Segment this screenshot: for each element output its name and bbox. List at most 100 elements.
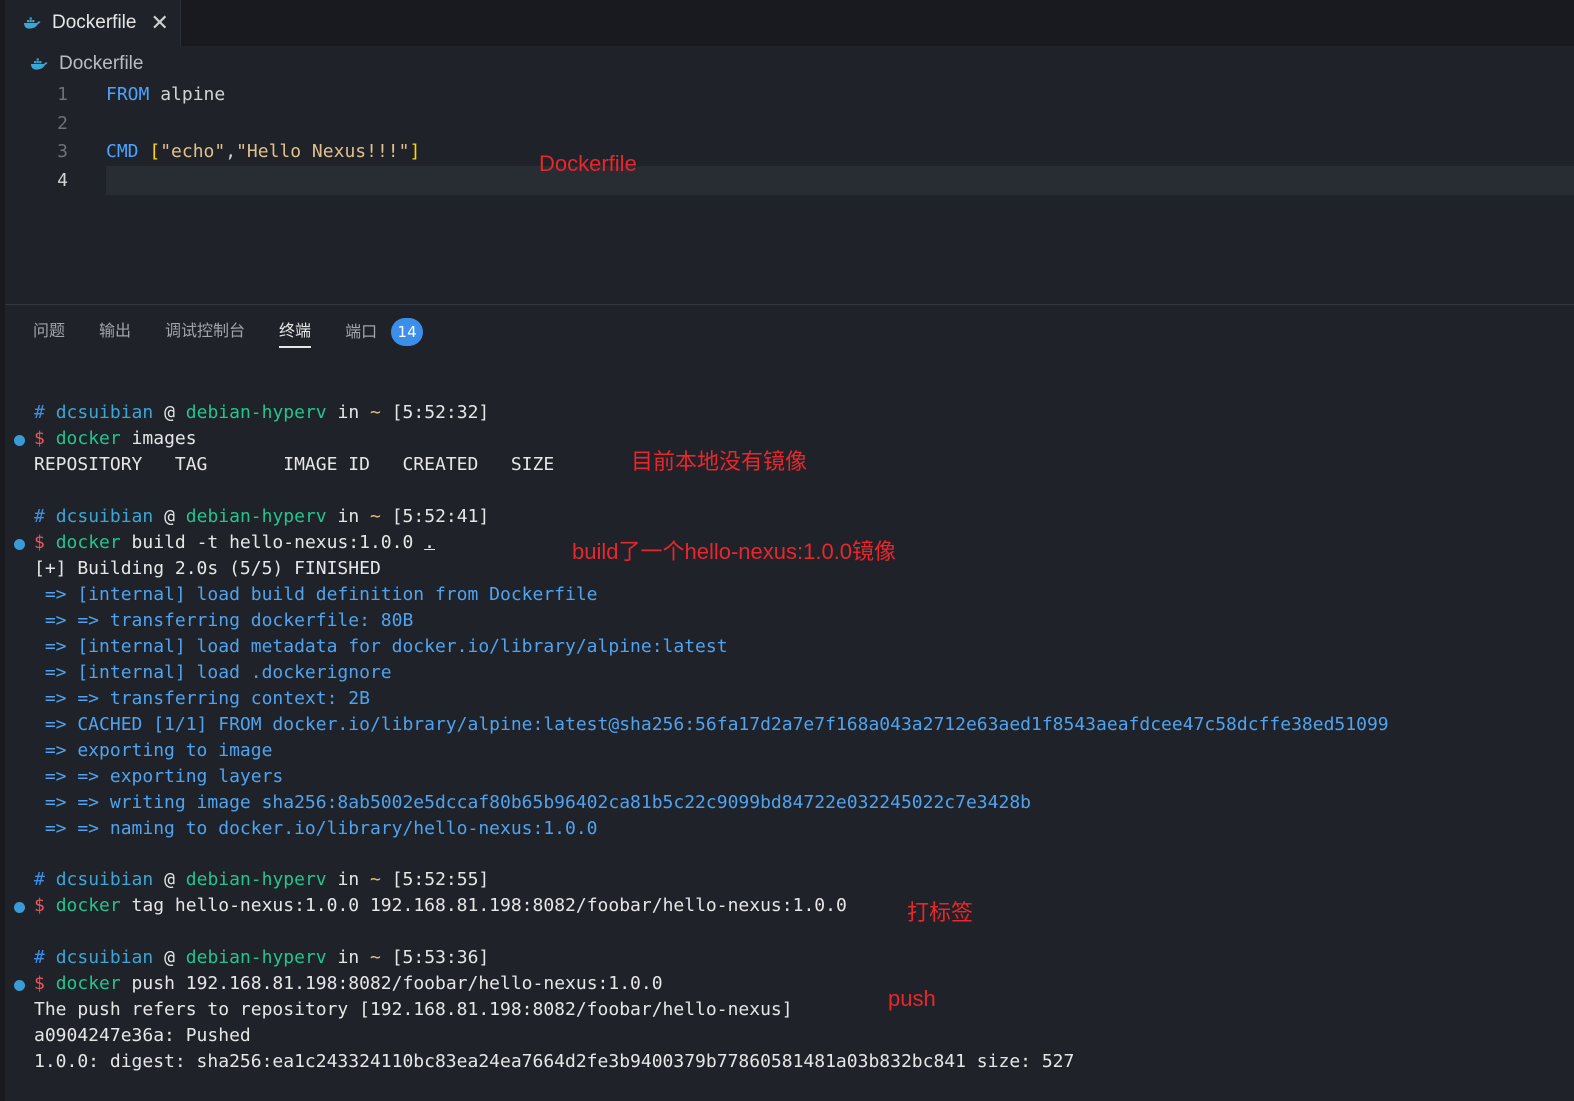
output-line: => [internal] load metadata for docker.i… — [34, 636, 728, 657]
command-name: docker — [55, 973, 121, 994]
prompt-hash: # — [34, 506, 45, 527]
annotation-dockerfile: Dockerfile — [539, 151, 637, 176]
prompt-in: in — [337, 947, 360, 968]
tab-ports-label: 端口 — [345, 322, 378, 341]
code-line: 1 FROM alpine — [0, 80, 1574, 109]
command-name: docker — [55, 428, 121, 449]
tab-problems[interactable]: 问题 — [33, 316, 65, 348]
prompt-dir: ~ — [370, 506, 381, 527]
output-line: => [internal] load .dockerignore — [34, 662, 392, 683]
keyword: CMD — [106, 141, 139, 162]
command-line: $ docker build -t hello-nexus:1.0.0 . — [34, 530, 435, 556]
close-icon[interactable]: ✕ — [150, 12, 168, 34]
code-rest: alpine — [149, 84, 226, 105]
annotation-push: push — [888, 986, 936, 1011]
tab-dockerfile[interactable]: Dockerfile ✕ — [5, 0, 181, 46]
command-path-link[interactable]: . — [424, 532, 435, 553]
prompt-dollar: $ — [34, 532, 45, 553]
panel-divider[interactable] — [5, 304, 1574, 305]
output-line: => => naming to docker.io/library/hello-… — [34, 818, 598, 839]
prompt-hash: # — [34, 947, 45, 968]
prompt-time: [5:52:32] — [391, 402, 490, 423]
prompt-host: debian-hyperv — [185, 947, 327, 968]
tab-debug-console[interactable]: 调试控制台 — [165, 316, 245, 348]
annotation-no-images: 目前本地没有镜像 — [631, 449, 808, 474]
prompt-in: in — [337, 506, 360, 527]
tab-ports[interactable]: 端口 14 — [345, 316, 424, 348]
keyword: FROM — [106, 84, 150, 105]
tab-terminal[interactable]: 终端 — [279, 316, 312, 348]
editor-tab-bar: Dockerfile ✕ — [0, 0, 1574, 46]
tab-output[interactable]: 输出 — [99, 316, 131, 348]
code-line: 2 — [0, 109, 1574, 138]
prompt-line: # dcsuibian @ debian-hyperv in ~ [5:52:3… — [34, 400, 489, 426]
breadcrumb[interactable]: Dockerfile — [30, 50, 143, 78]
prompt-dollar: $ — [34, 973, 45, 994]
prompt-host: debian-hyperv — [185, 402, 327, 423]
prompt-hash: # — [34, 869, 45, 890]
prompt-at: @ — [164, 869, 175, 890]
command-line: $ docker images — [34, 426, 197, 452]
punct: , — [225, 141, 237, 162]
output-line: => => transferring dockerfile: 80B — [34, 610, 414, 631]
output-line: => => writing image sha256:8ab5002e5dcca… — [34, 792, 1031, 813]
command-args: build -t hello-nexus:1.0.0 — [120, 532, 425, 553]
command-line: $ docker tag hello-nexus:1.0.0 192.168.8… — [34, 893, 847, 919]
prompt-dollar: $ — [34, 895, 45, 916]
command-name: docker — [55, 532, 121, 553]
string: "echo" — [160, 141, 226, 162]
prompt-time: [5:52:41] — [391, 506, 490, 527]
command-decoration-icon[interactable] — [14, 980, 25, 991]
output-line: 1.0.0: digest: sha256:ea1c243324110bc83e… — [34, 1051, 1075, 1072]
prompt-in: in — [337, 869, 360, 890]
command-args: tag hello-nexus:1.0.0 192.168.81.198:808… — [120, 895, 847, 916]
output-line: => exporting to image — [34, 740, 273, 761]
prompt-at: @ — [164, 947, 175, 968]
command-decoration-icon[interactable] — [14, 539, 25, 550]
prompt-at: @ — [164, 506, 175, 527]
panel-tabs: 问题 输出 调试控制台 终端 端口 14 — [33, 316, 424, 348]
command-decoration-icon[interactable] — [14, 435, 25, 446]
line-number: 1 — [57, 84, 68, 105]
prompt-host: debian-hyperv — [185, 506, 327, 527]
command-line: $ docker push 192.168.81.198:8082/foobar… — [34, 971, 663, 997]
prompt-user: dcsuibian — [55, 402, 154, 423]
prompt-dir: ~ — [370, 869, 381, 890]
output-line: => => transferring context: 2B — [34, 688, 370, 709]
output-line: [+] Building 2.0s (5/5) FINISHED — [34, 558, 381, 579]
prompt-hash: # — [34, 402, 45, 423]
command-decoration-icon[interactable] — [14, 902, 25, 913]
output-line: => CACHED [1/1] FROM docker.io/library/a… — [34, 714, 1389, 735]
bracket: [ — [138, 141, 161, 162]
string: "Hello Nexus!!!" — [236, 141, 410, 162]
prompt-dir: ~ — [370, 402, 381, 423]
prompt-time: [5:53:36] — [391, 947, 490, 968]
code-text: FROM alpine — [106, 80, 225, 109]
annotation-tag: 打标签 — [907, 900, 974, 925]
ports-count-badge: 14 — [391, 318, 424, 346]
line-number: 4 — [57, 170, 68, 191]
current-line-highlight — [106, 166, 1574, 195]
prompt-line: # dcsuibian @ debian-hyperv in ~ [5:52:5… — [34, 867, 489, 893]
prompt-user: dcsuibian — [55, 506, 154, 527]
command-args: push 192.168.81.198:8082/foobar/hello-ne… — [120, 973, 663, 994]
code-text: CMD ["echo","Hello Nexus!!!"] — [106, 137, 420, 166]
code-line-current: 4 — [0, 166, 1574, 195]
output-line: => => exporting layers — [34, 766, 284, 787]
output-line: a0904247e36a: Pushed — [34, 1025, 251, 1046]
output-line: => [internal] load build definition from… — [34, 584, 598, 605]
output-line: The push refers to repository [192.168.8… — [34, 999, 793, 1020]
docker-icon — [24, 17, 41, 29]
prompt-user: dcsuibian — [55, 869, 154, 890]
prompt-dollar: $ — [34, 428, 45, 449]
annotation-build: build了一个hello-nexus:1.0.0镜像 — [572, 539, 897, 564]
prompt-time: [5:52:55] — [391, 869, 490, 890]
prompt-at: @ — [164, 402, 175, 423]
prompt-line: # dcsuibian @ debian-hyperv in ~ [5:53:3… — [34, 945, 489, 971]
line-number: 2 — [57, 113, 68, 134]
line-number: 3 — [57, 141, 68, 162]
code-line: 3 CMD ["echo","Hello Nexus!!!"] — [0, 137, 1574, 166]
prompt-in: in — [337, 402, 360, 423]
output-line: REPOSITORY TAG IMAGE ID CREATED SIZE — [34, 454, 555, 475]
breadcrumb-file: Dockerfile — [59, 53, 144, 74]
